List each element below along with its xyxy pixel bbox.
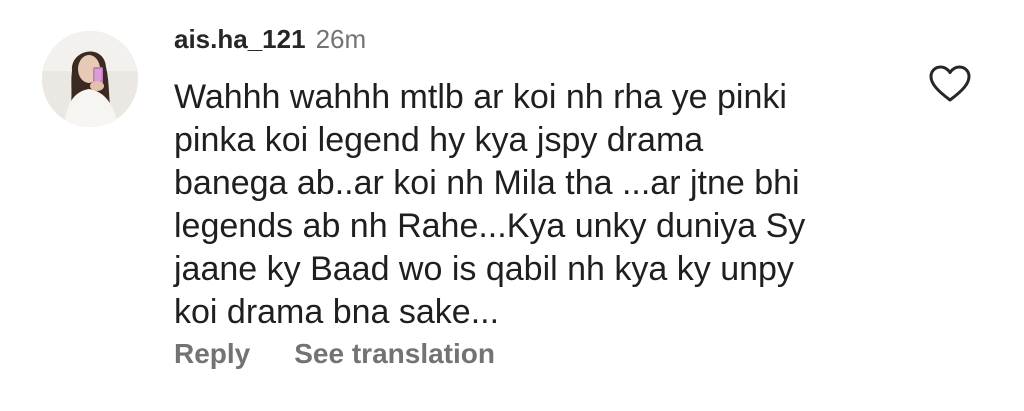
- profile-photo-icon: [42, 31, 138, 127]
- comment-text-line: Wahhh wahhh mtlb ar koi nh rha ye pinki: [174, 78, 787, 116]
- see-translation-button[interactable]: See translation: [294, 338, 495, 370]
- comment-text-line: banega ab..ar koi nh Mila tha ...ar jtne…: [174, 164, 800, 202]
- comment-text: Wahhh wahhh mtlb ar koi nh rha ye pinki …: [174, 76, 874, 334]
- comment-item: ais.ha_121 26m Wahhh wahhh mtlb ar koi n…: [0, 0, 1024, 411]
- comment-text-line: legends ab nh Rahe...Kya unky duniya Sy: [174, 207, 806, 245]
- like-button[interactable]: [928, 64, 972, 104]
- heart-outline-icon: [929, 65, 971, 102]
- comment-text-line: pinka koi legend hy kya jspy drama: [174, 121, 704, 159]
- username[interactable]: ais.ha_121: [174, 24, 306, 55]
- avatar[interactable]: [42, 31, 138, 127]
- comment-actions: Reply See translation: [174, 338, 495, 370]
- comment-text-line: koi drama bna sake...: [174, 293, 500, 331]
- comment-header: ais.ha_121 26m: [174, 24, 366, 60]
- reply-button[interactable]: Reply: [174, 338, 250, 370]
- timestamp: 26m: [315, 24, 367, 54]
- comment-text-line: jaane ky Baad wo is qabil nh kya ky unpy: [174, 250, 794, 288]
